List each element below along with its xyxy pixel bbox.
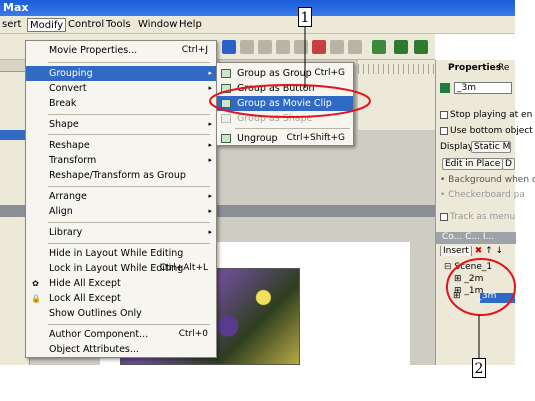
callout-1: 1 xyxy=(298,7,312,27)
callout-2: 2 xyxy=(472,358,486,378)
highlight-ellipse-1 xyxy=(209,84,371,118)
annotation-overlay xyxy=(209,27,516,358)
highlight-ellipse-2 xyxy=(446,258,516,316)
